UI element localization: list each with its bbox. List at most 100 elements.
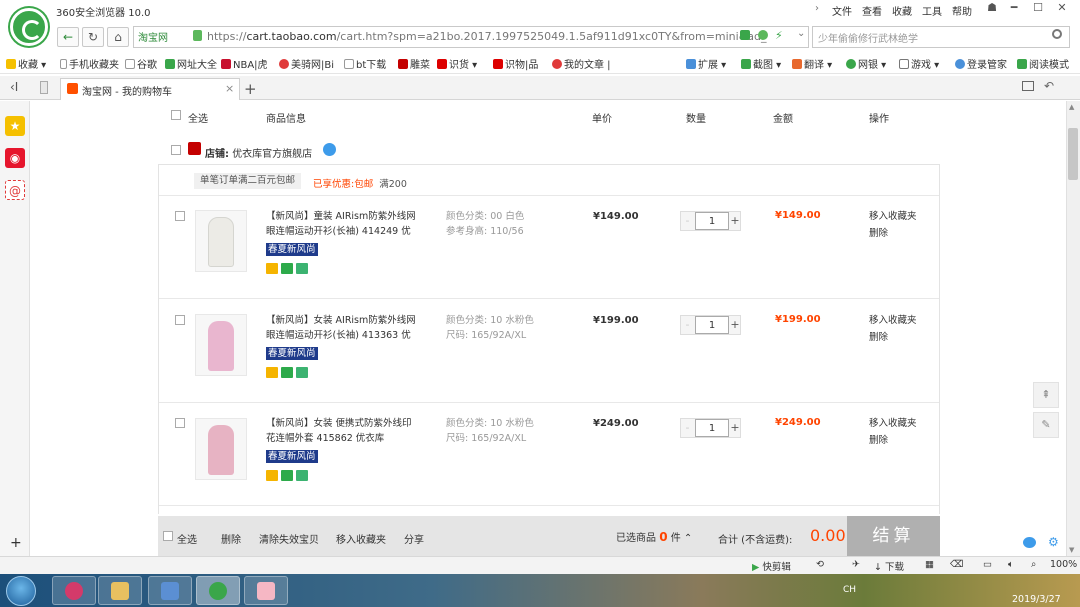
footer-delete-link[interactable]: 删除 xyxy=(221,531,241,546)
bookmark-my-articles[interactable]: 我的文章 | xyxy=(552,56,611,71)
refresh-button[interactable]: ↻ xyxy=(82,27,104,47)
grid-icon[interactable]: ▦ xyxy=(925,559,934,570)
url-text[interactable]: https://cart.taobao.com/cart.htm?spm=a21… xyxy=(207,30,767,43)
sidebar-add-icon[interactable]: + xyxy=(10,535,22,551)
star-icon[interactable]: ★ xyxy=(5,116,25,136)
qty-input[interactable]: 1 xyxy=(695,419,729,437)
item-checkbox[interactable] xyxy=(175,418,185,428)
product-title[interactable]: 【新风尚】童装 AIRism防紫外线网眼连帽运动开衫(长袖) 414249 优 xyxy=(266,209,421,239)
move-to-favorites-link[interactable]: 移入收藏夹 xyxy=(869,416,917,432)
toolbar-translate[interactable]: 翻译 ▾ xyxy=(792,56,832,71)
scroll-thumb[interactable] xyxy=(1068,128,1078,180)
volume-icon[interactable]: 🔈︎ xyxy=(1008,559,1014,570)
move-to-favorites-link[interactable]: 移入收藏夹 xyxy=(869,313,917,329)
minimize-button[interactable]: ━ xyxy=(1003,1,1025,17)
close-window-button[interactable]: ✕ xyxy=(1051,1,1073,17)
menu-help[interactable]: 帮助 xyxy=(952,3,972,18)
product-thumbnail[interactable] xyxy=(195,418,247,480)
toolbar-games[interactable]: 游戏 ▾ xyxy=(899,56,939,71)
footer-move-to-favorites-link[interactable]: 移入收藏夹 xyxy=(336,531,386,546)
shop-checkbox[interactable] xyxy=(171,145,181,155)
qty-plus-button[interactable]: + xyxy=(729,316,741,334)
product-title[interactable]: 【新风尚】女装 便携式防紫外线印花连帽外套 415862 优衣库 xyxy=(266,416,421,446)
bookmark-diaocai[interactable]: 雕菜 xyxy=(398,56,430,71)
back-button[interactable]: ← xyxy=(57,27,79,47)
menu-view[interactable]: 查看 xyxy=(862,3,882,18)
toolbar-bank[interactable]: 网银 ▾ xyxy=(846,56,886,71)
product-title[interactable]: 【新风尚】女装 AIRism防紫外线网眼连帽运动开衫(长袖) 413363 优 xyxy=(266,313,421,343)
menu-file[interactable]: 文件 xyxy=(832,3,852,18)
toolbar-login-manager[interactable]: 登录管家 xyxy=(955,56,1007,71)
quantity-stepper[interactable]: - 1 + xyxy=(680,418,741,438)
taskbar-image-viewer[interactable] xyxy=(244,576,288,605)
taskbar-360-browser[interactable] xyxy=(196,576,240,605)
settings-gear-icon[interactable] xyxy=(758,30,768,40)
bookmark-mobile[interactable]: 手机收藏夹 xyxy=(60,56,119,71)
bookmark-bt[interactable]: bt下载 xyxy=(344,56,386,71)
qty-minus-button[interactable]: - xyxy=(681,419,694,437)
sidebar-toggle-icon[interactable]: ‹I xyxy=(10,80,18,94)
lightning-icon[interactable]: ⚡ xyxy=(775,29,783,42)
scroll-down-icon[interactable]: ▼ xyxy=(1069,546,1074,554)
bookmark-hao[interactable]: 网址大全 xyxy=(165,56,217,71)
bookmark-shiwu[interactable]: 识物|品 xyxy=(493,56,538,71)
select-all-checkbox[interactable] xyxy=(171,110,181,120)
qty-plus-button[interactable]: + xyxy=(729,419,741,437)
quantity-stepper[interactable]: - 1 + xyxy=(680,211,741,231)
restore-tab-icon[interactable]: ↶ xyxy=(1044,79,1054,93)
toolbar-extensions[interactable]: 扩展 ▾ xyxy=(686,56,726,71)
toolbar-reading-mode[interactable]: 阅读模式 xyxy=(1017,56,1069,71)
scroll-up-icon[interactable]: ▲ xyxy=(1069,103,1074,111)
tab-close-icon[interactable]: × xyxy=(225,82,234,95)
delete-link[interactable]: 删除 xyxy=(869,226,888,242)
weibo-icon[interactable]: ◉ xyxy=(5,148,25,168)
menu-tools[interactable]: 工具 xyxy=(922,3,942,18)
window-icon[interactable]: ▭ xyxy=(983,559,992,570)
start-button[interactable] xyxy=(6,576,36,606)
mail-icon[interactable]: @ xyxy=(5,180,25,200)
clip-button[interactable]: ▶ 快剪辑 xyxy=(752,559,791,573)
new-tab-button[interactable]: + xyxy=(244,80,257,98)
product-thumbnail[interactable] xyxy=(195,314,247,376)
qty-plus-button[interactable]: + xyxy=(729,212,741,230)
menu-favorites[interactable]: 收藏 xyxy=(892,3,912,18)
footer-select-all-label[interactable]: 全选 xyxy=(177,531,197,546)
taskbar-explorer[interactable] xyxy=(98,576,142,605)
bookmark-google[interactable]: 谷歌 xyxy=(125,56,157,71)
toolbar-screenshot[interactable]: 截图 ▾ xyxy=(741,56,781,71)
speed-icon[interactable]: ⟲ xyxy=(816,559,824,570)
bookmark-meiqi[interactable]: 美骑网|Bi xyxy=(279,56,334,71)
dropdown-chevron-icon[interactable]: ⌄ xyxy=(797,28,805,39)
page-action-icon[interactable] xyxy=(740,30,750,40)
delete-link[interactable]: 删除 xyxy=(869,330,888,346)
share-link[interactable]: 分享 xyxy=(404,531,424,546)
qty-input[interactable]: 1 xyxy=(695,212,729,230)
quantity-stepper[interactable]: - 1 + xyxy=(680,315,741,335)
maximize-button[interactable]: ☐ xyxy=(1027,1,1049,17)
pin-icon[interactable]: ✈ xyxy=(852,559,860,570)
assistant-icon[interactable] xyxy=(1023,537,1036,548)
bookmark-nba[interactable]: NBA|虎 xyxy=(221,56,268,71)
taskbar-app-1[interactable] xyxy=(52,576,96,605)
zoom-icon[interactable]: ⌕ xyxy=(1031,559,1036,570)
bookmark-shihuo[interactable]: 识货 ▾ xyxy=(437,56,477,71)
cleanup-icon[interactable]: ⌫ xyxy=(950,559,963,570)
ime-indicator[interactable]: CH xyxy=(843,585,856,595)
taskbar-text-editor[interactable] xyxy=(148,576,192,605)
home-button[interactable]: ⌂ xyxy=(107,27,129,47)
search-icon[interactable] xyxy=(1052,29,1062,39)
page-icon[interactable] xyxy=(40,81,48,94)
tab-list-icon[interactable] xyxy=(1022,81,1034,91)
move-to-favorites-link[interactable]: 移入收藏夹 xyxy=(869,209,917,225)
qty-minus-button[interactable]: - xyxy=(681,212,694,230)
shop-name[interactable]: 店铺: 优衣库官方旗舰店 xyxy=(205,145,312,160)
tray-date[interactable]: 2019/3/27 xyxy=(1012,594,1061,605)
bookmark-favorites[interactable]: 收藏 ▾ xyxy=(6,56,46,71)
qty-input[interactable]: 1 xyxy=(695,316,729,334)
product-thumbnail[interactable] xyxy=(195,210,247,272)
clear-invalid-link[interactable]: 清除失效宝贝 xyxy=(259,531,319,546)
download-button[interactable]: ↓ 下载 xyxy=(874,559,904,573)
delete-link[interactable]: 删除 xyxy=(869,433,888,449)
chevron-right-icon[interactable]: › xyxy=(815,3,819,14)
footer-select-all-checkbox[interactable] xyxy=(163,531,173,541)
